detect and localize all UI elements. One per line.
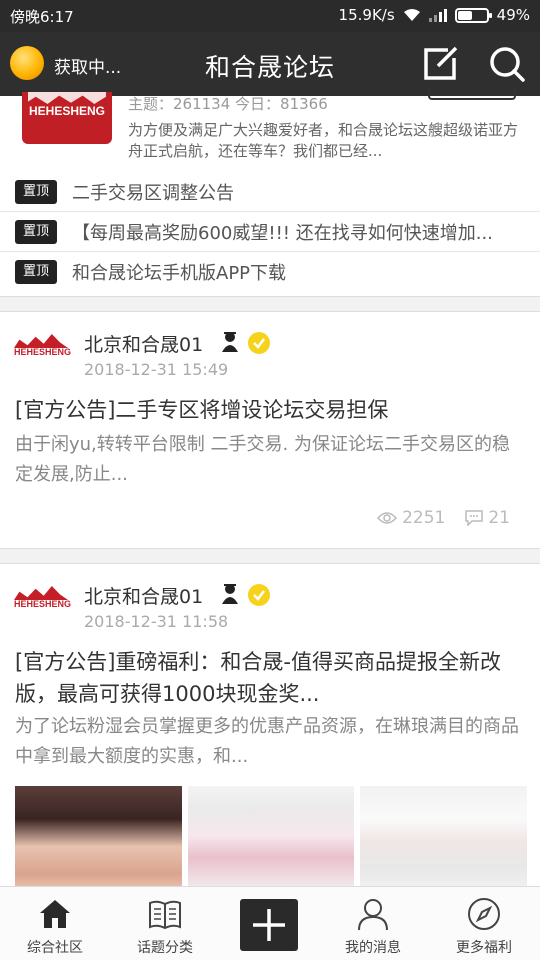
bottom-nav: 综合社区 话题分类 我的消息 更多福利 xyxy=(0,886,540,960)
verified-icon xyxy=(248,332,270,354)
comments-count: 21 xyxy=(465,508,510,528)
pinned-title: 【每周最高奖励600威望!!! 还在找寻如何快速增加... xyxy=(72,223,493,244)
home-icon xyxy=(40,900,70,928)
follow-button[interactable] xyxy=(428,90,516,100)
user-level-icon xyxy=(220,330,240,354)
plus-icon xyxy=(253,909,285,941)
forum-stats: 主题：261134 今日：81366 xyxy=(128,95,328,113)
network-speed: 15.9K/s xyxy=(338,6,395,24)
nav-label: 综合社区 xyxy=(27,940,83,956)
author-avatar[interactable]: HEHESHENG xyxy=(14,334,71,374)
add-post-button[interactable] xyxy=(240,899,298,951)
nav-messages[interactable]: 我的消息 xyxy=(323,887,423,960)
compose-button[interactable] xyxy=(422,46,460,82)
wifi-icon xyxy=(403,8,421,22)
post-summary: 由于闲yu,转转平台限制 二手交易. 为保证论坛二手交易区的稳定发展,防止... xyxy=(15,434,510,485)
status-bar: 傍晚6:17 15.9K/s 49% xyxy=(0,0,540,32)
forum-description: 为方便及满足广大兴趣爱好者，和合晟论坛这艘超级诺亚方舟正式启航，还在等车？我们都… xyxy=(128,121,519,160)
edit-icon xyxy=(424,46,458,80)
comment-icon xyxy=(465,510,484,526)
section-divider xyxy=(0,548,540,564)
post-card[interactable]: HEHESHENG 北京和合晟01 2018-12-31 11:58 [官方公告… xyxy=(0,564,540,896)
book-icon xyxy=(149,900,181,930)
post-title[interactable]: [官方公告]重磅福利：和合晟-值得买商品提报全新改版，最高可获得1000块现金奖… xyxy=(15,646,527,710)
status-time: 傍晚6:17 xyxy=(10,8,74,26)
nav-label: 更多福利 xyxy=(456,940,512,956)
post-title[interactable]: [官方公告]二手专区将增设论坛交易担保 xyxy=(15,394,527,426)
post-images xyxy=(15,786,528,896)
nav-community[interactable]: 综合社区 xyxy=(5,887,105,960)
nav-label: 我的消息 xyxy=(345,940,401,956)
pinned-badge: 置顶 xyxy=(15,260,57,284)
post-meta: 2251 21 xyxy=(377,508,510,528)
compass-icon xyxy=(468,898,500,930)
pinned-item[interactable]: 置顶 和合晟论坛手机版APP下载 xyxy=(0,252,540,292)
pinned-badge: 置顶 xyxy=(15,220,57,244)
views-count: 2251 xyxy=(377,508,445,528)
author-name[interactable]: 北京和合晟01 xyxy=(84,582,203,609)
post-image[interactable] xyxy=(15,786,182,896)
verified-icon xyxy=(248,584,270,606)
search-icon xyxy=(490,47,525,82)
post-image[interactable] xyxy=(187,786,355,896)
author-avatar[interactable]: HEHESHENG xyxy=(14,586,71,626)
nav-benefits[interactable]: 更多福利 xyxy=(434,887,534,960)
eye-icon xyxy=(377,512,398,524)
nav-label: 话题分类 xyxy=(137,940,193,956)
battery-icon xyxy=(454,7,492,23)
nav-topics[interactable]: 话题分类 xyxy=(115,887,215,960)
post-date: 2018-12-31 11:58 xyxy=(84,612,229,631)
post-date: 2018-12-31 15:49 xyxy=(84,360,229,379)
pinned-title: 二手交易区调整公告 xyxy=(72,183,234,204)
section-divider xyxy=(0,296,540,312)
pinned-item[interactable]: 置顶 二手交易区调整公告 xyxy=(0,172,540,212)
signal-icon xyxy=(428,8,447,22)
post-summary: 为了论坛粉湿会员掌握更多的优惠产品资源，在琳琅满目的商品中拿到最大额度的实惠，和… xyxy=(15,716,519,767)
forum-logo: HEHESHENG xyxy=(22,92,112,144)
author-name[interactable]: 北京和合晟01 xyxy=(84,330,203,357)
pinned-badge: 置顶 xyxy=(15,180,57,204)
forum-info[interactable]: HEHESHENG 主题：261134 今日：81366 为方便及满足广大兴趣爱… xyxy=(0,90,540,172)
pinned-title: 和合晟论坛手机版APP下载 xyxy=(72,263,287,284)
pinned-list: 置顶 二手交易区调整公告 置顶 【每周最高奖励600威望!!! 还在找寻如何快速… xyxy=(0,172,540,292)
battery-percent: 49% xyxy=(496,6,530,24)
post-card[interactable]: HEHESHENG 北京和合晟01 2018-12-31 15:49 [官方公告… xyxy=(0,312,540,548)
person-icon xyxy=(358,899,388,931)
app-header: 获取中... 和合晟论坛 xyxy=(0,32,540,96)
post-image[interactable] xyxy=(360,786,528,896)
user-level-icon xyxy=(220,582,240,606)
pinned-item[interactable]: 置顶 【每周最高奖励600威望!!! 还在找寻如何快速增加... xyxy=(0,212,540,252)
search-button[interactable] xyxy=(488,45,526,83)
